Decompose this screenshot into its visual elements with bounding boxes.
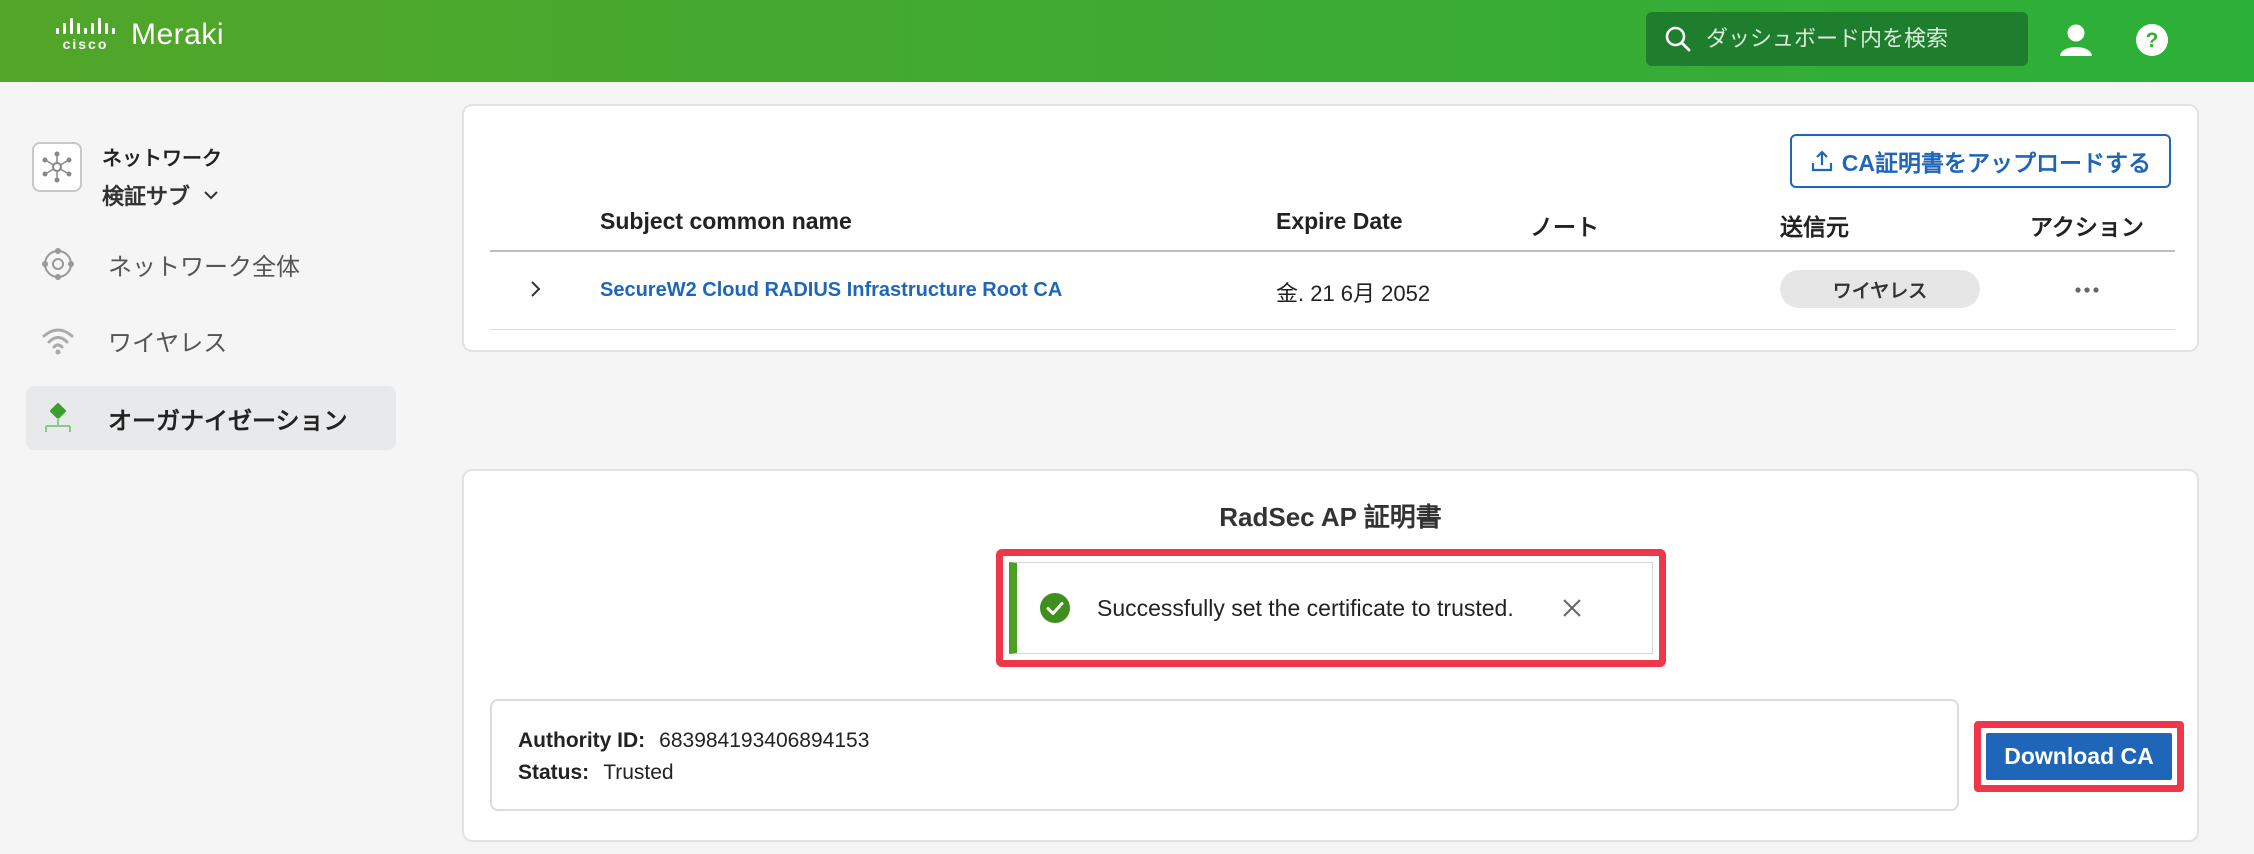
chevron-down-icon xyxy=(204,191,218,200)
sidebar-item-label: オーガナイゼーション xyxy=(108,407,348,435)
ca-certificates-panel: CA証明書をアップロードする Subject common name Expir… xyxy=(462,104,2199,352)
user-icon[interactable] xyxy=(2056,20,2096,60)
cisco-meraki-logo[interactable]: cisco Meraki xyxy=(56,18,224,52)
help-icon[interactable]: ? xyxy=(2132,20,2172,60)
svg-text:?: ? xyxy=(2146,29,2159,52)
certificate-expire-date: 金. 21 6月 2052 xyxy=(1276,281,1431,306)
download-ca-button[interactable]: Download CA xyxy=(1986,733,2172,780)
status-row: Status: Trusted xyxy=(518,761,1957,785)
ca-certificates-table: Subject common name Expire Date ノート 送信元 … xyxy=(490,196,2175,330)
success-toast: Successfully set the certificate to trus… xyxy=(1009,562,1653,654)
sidebar-item-label: ワイヤレス xyxy=(108,329,228,357)
upload-ca-label: CA証明書をアップロードする xyxy=(1841,150,2151,176)
authority-info-box: Authority ID: 683984193406894153 Status: T… xyxy=(490,699,1959,811)
column-header-note[interactable]: ノート xyxy=(1530,208,1599,242)
upload-ca-button[interactable]: CA証明書をアップロードする xyxy=(1789,134,2171,188)
sidebar-item-wireless[interactable]: ワイヤレス xyxy=(26,308,396,372)
network-name-text: 検証サブ xyxy=(102,184,191,209)
cisco-logo: cisco xyxy=(56,18,115,52)
radsec-panel-title: RadSec AP 証明書 xyxy=(1219,502,1442,532)
chevron-right-icon[interactable] xyxy=(524,278,546,300)
table-row: SecureW2 Cloud RADIUS Infrastructure Roo… xyxy=(490,252,2175,330)
wireless-icon xyxy=(42,328,74,355)
organization-icon xyxy=(45,402,71,432)
sidebar-item-label: ネットワーク全体 xyxy=(108,253,300,281)
authority-id-label: Authority ID: xyxy=(518,729,646,752)
network-name[interactable]: 検証サブ xyxy=(102,179,222,211)
sidebar-item-organization[interactable]: オーガナイゼーション xyxy=(26,386,396,450)
cisco-bars-icon xyxy=(56,18,115,34)
search-icon xyxy=(1665,26,1691,52)
toast-message: Successfully set the certificate to trus… xyxy=(1097,594,1514,621)
authority-id-row: Authority ID: 683984193406894153 xyxy=(518,729,1957,753)
more-actions-icon[interactable] xyxy=(2074,280,2100,300)
radsec-certificate-panel: RadSec AP 証明書 Successfully set the certi… xyxy=(462,469,2199,842)
top-navigation-bar: cisco Meraki ? xyxy=(0,0,2254,82)
close-icon[interactable] xyxy=(1558,594,1586,622)
certificate-subject-link[interactable]: SecureW2 Cloud RADIUS Infrastructure Roo… xyxy=(600,279,1062,302)
table-header: Subject common name Expire Date ノート 送信元 … xyxy=(490,196,2175,252)
meraki-wordmark: Meraki xyxy=(131,18,225,51)
column-header-source[interactable]: 送信元 xyxy=(1780,208,1849,242)
column-header-expire-date[interactable]: Expire Date xyxy=(1276,208,1403,235)
source-badge: ワイヤレス xyxy=(1780,270,1980,308)
upload-icon xyxy=(1811,150,1832,172)
cisco-wordmark: cisco xyxy=(62,36,109,52)
dashboard-search[interactable] xyxy=(1646,12,2028,66)
highlight-frame: Download CA xyxy=(1974,721,2184,792)
status-value: Trusted xyxy=(603,761,674,784)
status-label: Status: xyxy=(518,761,590,784)
sidebar-item-network-wide[interactable]: ネットワーク全体 xyxy=(26,232,396,296)
search-input[interactable] xyxy=(1706,26,2006,52)
column-header-subject[interactable]: Subject common name xyxy=(600,208,852,235)
network-selector[interactable]: ネットワーク 検証サブ xyxy=(32,142,222,211)
network-label: ネットワーク xyxy=(102,148,222,170)
network-topology-icon xyxy=(32,142,82,192)
column-header-action: アクション xyxy=(2030,214,2144,240)
highlight-frame: Successfully set the certificate to trus… xyxy=(996,549,1666,667)
authority-id-value: 683984193406894153 xyxy=(659,729,870,752)
success-check-icon xyxy=(1040,593,1070,623)
network-wide-icon xyxy=(42,248,74,280)
